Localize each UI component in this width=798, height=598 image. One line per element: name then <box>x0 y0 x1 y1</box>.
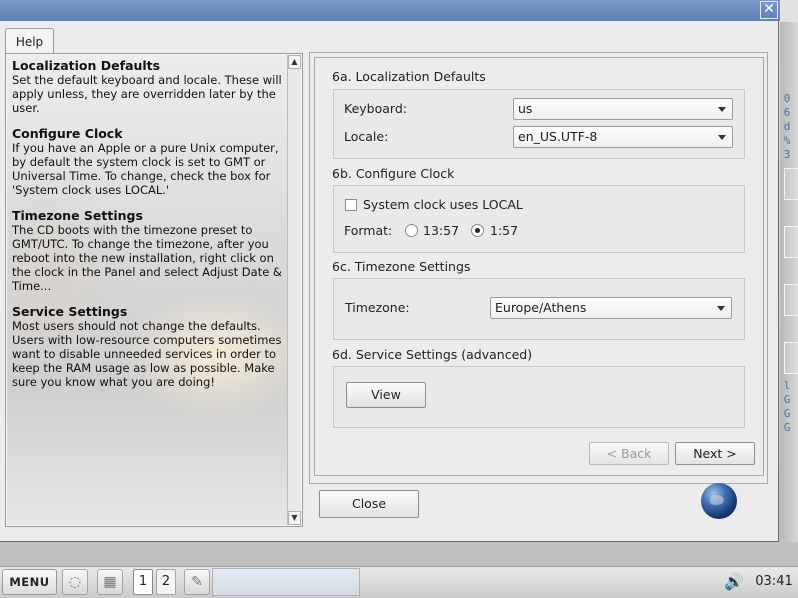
window-titlebar[interactable] <box>0 0 780 21</box>
desktop-icon-frame[interactable] <box>784 226 798 258</box>
help-text: Localization Defaults Set the default ke… <box>12 59 287 401</box>
help-heading: Service Settings <box>12 304 128 319</box>
help-paragraph: Most users should not change the default… <box>12 319 282 389</box>
help-heading: Localization Defaults <box>12 58 161 73</box>
app-launcher-icon[interactable]: ▦ <box>97 569 123 595</box>
keyboard-label: Keyboard: <box>344 101 407 116</box>
chevron-down-icon <box>717 306 725 311</box>
clock-title: 6b. Configure Clock <box>332 166 455 181</box>
desktop-text-fragment: 0 <box>783 92 791 105</box>
show-desktop-icon[interactable]: ◌ <box>62 569 88 595</box>
desktop-icon-frame[interactable] <box>784 168 798 200</box>
help-paragraph: The CD boots with the timezone preset to… <box>12 223 282 293</box>
tab-help[interactable]: Help <box>5 28 54 54</box>
locale-value: en_US.UTF-8 <box>518 129 598 144</box>
close-button[interactable]: Close <box>319 490 419 518</box>
help-paragraph: Set the default keyboard and locale. The… <box>12 73 282 115</box>
locale-select[interactable]: en_US.UTF-8 <box>513 126 733 148</box>
format-24h-radio[interactable] <box>405 224 418 237</box>
globe-icon <box>701 483 737 519</box>
desktop-text-fragment: d <box>783 120 791 133</box>
scroll-up-icon[interactable]: ▲ <box>288 55 301 69</box>
help-heading: Configure Clock <box>12 126 123 141</box>
locale-label: Locale: <box>344 129 389 144</box>
workspace-2-button[interactable]: 2 <box>156 569 176 595</box>
format-24h-label[interactable]: 13:57 <box>423 223 459 238</box>
taskbar-task-area[interactable] <box>212 568 360 596</box>
timezone-title: 6c. Timezone Settings <box>332 259 471 274</box>
volume-icon[interactable]: 🔊 <box>721 571 747 593</box>
clock-group <box>333 185 745 253</box>
keyboard-select[interactable]: us <box>513 98 733 120</box>
desktop-text-fragment: G <box>783 421 791 434</box>
help-scrollbar[interactable]: ▲ ▼ <box>287 55 301 525</box>
help-paragraph: If you have an Apple or a pure Unix comp… <box>12 141 279 197</box>
desktop-text-fragment: 6 <box>783 106 791 119</box>
timezone-select[interactable]: Europe/Athens <box>490 297 732 319</box>
scroll-down-icon[interactable]: ▼ <box>288 511 301 525</box>
taskbar-clock[interactable]: 03:41 <box>752 571 796 593</box>
help-heading: Timezone Settings <box>12 208 143 223</box>
help-pane: Localization Defaults Set the default ke… <box>7 55 287 525</box>
menu-button[interactable]: MENU <box>2 569 57 595</box>
window-close-icon[interactable]: ✕ <box>760 1 778 19</box>
keyboard-value: us <box>518 101 533 116</box>
timezone-label: Timezone: <box>345 300 410 315</box>
services-title: 6d. Service Settings (advanced) <box>332 347 533 362</box>
desktop-text-fragment: l <box>783 379 791 392</box>
chevron-down-icon <box>718 107 726 112</box>
local-clock-checkbox[interactable] <box>345 199 357 211</box>
next-button[interactable]: Next > <box>675 442 755 465</box>
view-services-button[interactable]: View <box>346 382 426 408</box>
local-clock-label[interactable]: System clock uses LOCAL <box>363 197 523 212</box>
desktop-icon-frame[interactable] <box>784 342 798 374</box>
desktop-icon-frame[interactable] <box>784 284 798 316</box>
format-12h-label[interactable]: 1:57 <box>490 223 518 238</box>
desktop-text-fragment: G <box>783 393 791 406</box>
chevron-down-icon <box>718 135 726 140</box>
format-12h-radio[interactable] <box>471 224 484 237</box>
timezone-value: Europe/Athens <box>495 300 587 315</box>
desktop-text-fragment: % <box>783 134 791 147</box>
desktop-text-fragment: G <box>783 407 791 420</box>
workspace-1-button[interactable]: 1 <box>133 569 153 595</box>
back-button[interactable]: < Back <box>589 442 669 465</box>
radio-selected-dot <box>475 228 480 233</box>
localization-title: 6a. Localization Defaults <box>332 69 486 84</box>
format-label: Format: <box>344 223 393 238</box>
desktop-text-fragment: 3 <box>783 148 791 161</box>
installer-app-icon[interactable]: ✎ <box>184 569 210 595</box>
